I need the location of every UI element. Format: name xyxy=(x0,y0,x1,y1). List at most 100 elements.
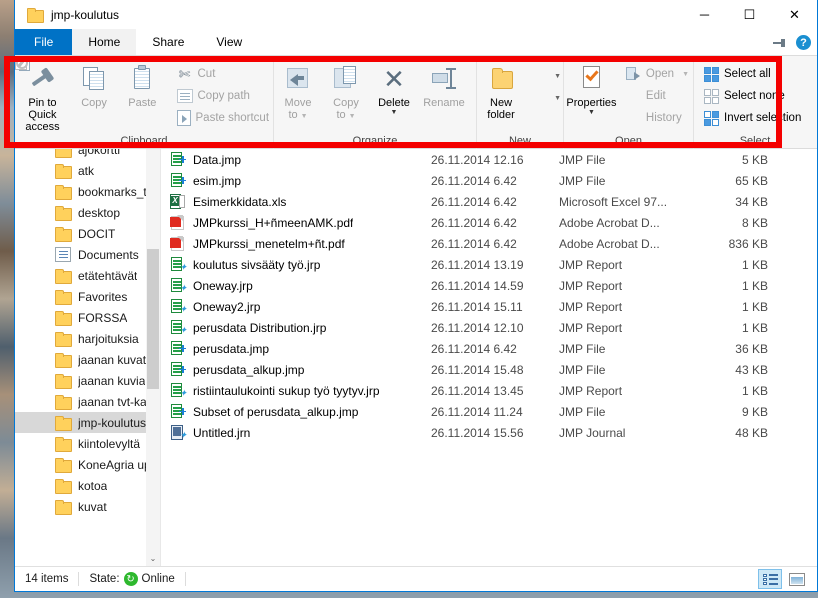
nav-item-jaanan-kuvia[interactable]: jaanan kuvia xyxy=(15,370,160,391)
scrollbar-thumb[interactable] xyxy=(147,249,159,389)
nav-item-forssa[interactable]: FORSSA xyxy=(15,307,160,328)
jmp-file-icon xyxy=(170,172,186,189)
new-folder-button[interactable]: New folder xyxy=(477,61,525,121)
folder-icon xyxy=(55,227,72,242)
table-row[interactable]: ✦ perusdata Distribution.jrp 26.11.2014 1… xyxy=(161,317,817,338)
table-row[interactable]: perusdata.jmp 26.11.2014 6.42 JMP File 3… xyxy=(161,338,817,359)
group-title-clipboard: Clipboard xyxy=(120,135,168,147)
history-icon xyxy=(16,57,641,126)
folder-icon xyxy=(27,8,44,23)
file-size: 34 KB xyxy=(735,194,768,209)
nav-item-label: jaanan kuvia xyxy=(78,373,146,388)
table-row[interactable]: esim.jmp 26.11.2014 6.42 JMP File 65 KB xyxy=(161,170,817,191)
table-row[interactable]: Data.jmp 26.11.2014 12.16 JMP File 5 KB xyxy=(161,149,817,170)
tab-view[interactable]: View xyxy=(200,29,258,55)
folder-icon xyxy=(55,311,72,326)
file-name: Untitled.jrn xyxy=(193,425,251,440)
nav-item-bookmarks[interactable]: bookmarks_ter xyxy=(15,181,160,202)
large-icons-view-button[interactable] xyxy=(785,569,809,589)
table-row[interactable]: Subset of perusdata_alkup.jmp 26.11.2014… xyxy=(161,401,817,422)
nav-item-docit[interactable]: DOCIT xyxy=(15,223,160,244)
table-row[interactable]: ✦ ristiintaulukointi sukup työ tyytyv.jrp… xyxy=(161,380,817,401)
navigation-scrollbar[interactable]: ⌄ xyxy=(146,149,160,566)
minimize-button[interactable]: ─ xyxy=(682,0,727,29)
table-row[interactable]: JMPkurssi_H+ñmeenAMK.pdf 26.11.2014 6.42… xyxy=(161,212,817,233)
nav-item-etatehtavat[interactable]: etätehtävät xyxy=(15,265,160,286)
state-label: State: xyxy=(89,573,120,585)
pin-to-quick-access-button[interactable]: Pin to Quick access xyxy=(15,61,70,133)
invert-selection-icon xyxy=(704,110,719,126)
nav-item-jaanan-kuvat[interactable]: jaanan kuvat xyxy=(15,349,160,370)
select-none-button[interactable]: Select none xyxy=(700,85,805,107)
jmp-file-icon xyxy=(170,403,186,420)
nav-item-label: jaanan kuvat xyxy=(78,352,147,367)
scroll-down-icon[interactable]: ⌄ xyxy=(146,550,160,566)
nav-item-label: Favorites xyxy=(78,289,128,304)
ribbon-group-open: Properties ▼ Open ▼ Edit History Open xyxy=(15,56,694,149)
table-row[interactable]: ✦ Untitled.jrn 26.11.2014 15.56 JMP Journ… xyxy=(161,422,817,443)
nav-item-desktop[interactable]: desktop xyxy=(15,202,160,223)
nav-item-favorites[interactable]: Favorites xyxy=(15,286,160,307)
move-to-button[interactable]: Move to ▼ xyxy=(274,61,322,123)
properties-button[interactable]: Properties ▼ xyxy=(564,61,619,116)
new-item-button[interactable]: ▼ xyxy=(17,56,563,87)
open-button[interactable]: Open ▼ xyxy=(622,63,693,85)
paste-shortcut-button[interactable]: Paste shortcut xyxy=(173,107,274,129)
edit-button[interactable]: Edit xyxy=(15,56,693,107)
pdf-file-icon xyxy=(170,214,186,231)
close-button[interactable]: ✕ xyxy=(772,0,817,29)
table-row[interactable]: JMPkurssi_menetelm+ñt.pdf 26.11.2014 6.4… xyxy=(161,233,817,254)
delete-dropdown-caret-icon[interactable]: ▼ xyxy=(391,109,398,116)
tab-file[interactable]: File xyxy=(15,29,73,55)
table-row[interactable]: X Esimerkkidata.xls 26.11.2014 6.42 Micro… xyxy=(161,191,817,212)
nav-item-kotoa[interactable]: kotoa xyxy=(15,475,160,496)
delete-button[interactable]: ✕ Delete ▼ xyxy=(370,61,418,116)
file-date: 26.11.2014 14.59 xyxy=(431,278,524,293)
nav-item-koneagria[interactable]: KoneAgria upn xyxy=(15,454,160,475)
nav-item-label: kiintolevyltä xyxy=(78,436,141,451)
table-row[interactable]: ✦ Oneway.jrp 26.11.2014 14.59 JMP Report … xyxy=(161,275,817,296)
details-view-button[interactable] xyxy=(758,569,782,589)
file-date: 26.11.2014 6.42 xyxy=(431,236,517,251)
nav-item-kiintolevylta[interactable]: kiintolevyltä xyxy=(15,433,160,454)
nav-item-jmp-koulutus[interactable]: jmp-koulutus xyxy=(15,412,160,433)
select-none-icon xyxy=(704,88,719,104)
move-to-label-line1: Move xyxy=(284,97,312,109)
invert-selection-button[interactable]: Invert selection xyxy=(700,107,805,129)
nav-item-ajokortti[interactable]: ajokortti xyxy=(15,149,160,160)
table-row[interactable]: ✦ Oneway2.jrp 26.11.2014 15.11 JMP Report… xyxy=(161,296,817,317)
rename-button[interactable]: Rename xyxy=(418,61,470,109)
nav-item-label: kuvat xyxy=(78,499,107,514)
copy-to-button[interactable]: Copy to ▼ xyxy=(322,61,370,123)
pin-ribbon-icon[interactable] xyxy=(772,36,786,50)
file-name: koulutus sivsääty työ.jrp xyxy=(193,257,321,272)
nav-item-harjoituksia[interactable]: harjoituksia xyxy=(15,328,160,349)
table-row[interactable]: perusdata_alkup.jmp 26.11.2014 15.48 JMP… xyxy=(161,359,817,380)
nav-item-label: jmp-koulutus xyxy=(78,415,147,430)
help-icon[interactable]: ? xyxy=(796,35,811,50)
copy-path-button[interactable]: Copy path xyxy=(173,85,274,107)
nav-item-jaanan-tvt[interactable]: jaanan tvt-kans xyxy=(15,391,160,412)
file-type: JMP File xyxy=(559,152,606,167)
easy-access-button[interactable]: ▼ xyxy=(15,57,563,109)
properties-dropdown-caret-icon[interactable]: ▼ xyxy=(588,109,595,116)
tab-share[interactable]: Share xyxy=(136,29,200,55)
pin-to-quick-access-label-line1: Pin to Quick xyxy=(28,97,57,121)
nav-item-kuvat[interactable]: kuvat xyxy=(15,496,160,517)
copy-button[interactable]: Copy xyxy=(70,61,118,109)
folder-icon xyxy=(55,164,72,179)
maximize-button[interactable]: ☐ xyxy=(727,0,772,29)
nav-item-label: atk xyxy=(78,163,95,178)
copy-to-icon xyxy=(331,64,361,94)
item-count: 14 items xyxy=(25,573,69,585)
history-button[interactable]: History xyxy=(16,57,693,129)
table-row[interactable]: ✦ koulutus sivsääty työ.jrp 26.11.2014 13… xyxy=(161,254,817,275)
nav-item-atk[interactable]: atk xyxy=(15,160,160,181)
rename-label: Rename xyxy=(423,97,465,109)
paste-button[interactable]: Paste xyxy=(118,61,166,109)
select-all-button[interactable]: Select all xyxy=(700,63,805,85)
file-name: ristiintaulukointi sukup työ tyytyv.jrp xyxy=(193,383,380,398)
tab-home[interactable]: Home xyxy=(72,29,137,55)
nav-item-documents[interactable]: Documents xyxy=(15,244,160,265)
cut-button[interactable]: ✄ Cut xyxy=(173,63,274,85)
